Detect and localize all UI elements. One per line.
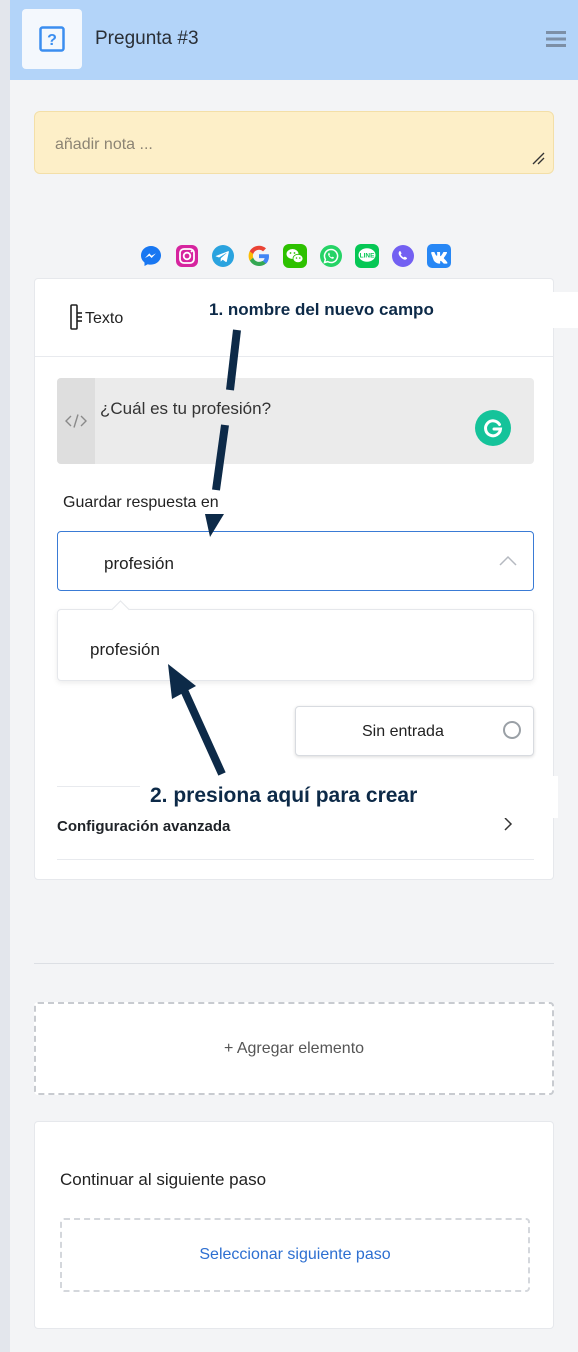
grammarly-icon[interactable] <box>475 410 511 446</box>
question-input[interactable]: ¿Cuál es tu profesión? <box>57 378 534 464</box>
note-textarea[interactable]: añadir nota ... <box>34 111 554 174</box>
element-type-label: Texto <box>85 310 124 327</box>
radio-icon[interactable] <box>503 721 521 739</box>
line-icon: LINE <box>354 243 380 269</box>
whatsapp-icon <box>318 243 344 269</box>
card-edge-mask <box>552 292 578 328</box>
next-step-title: Continuar al siguiente paso <box>60 1170 267 1189</box>
selected-field-value: profesión <box>104 554 174 573</box>
telegram-icon <box>210 243 236 269</box>
step-header: ? Pregunta #3 <box>10 0 578 80</box>
question-icon: ? <box>22 9 82 69</box>
save-response-label: Guardar respuesta en <box>63 494 219 511</box>
question-text: ¿Cuál es tu profesión? <box>100 399 272 418</box>
no-input-label: Sin entrada <box>362 723 444 740</box>
channel-icons: LINE <box>138 243 452 269</box>
resize-handle-icon[interactable] <box>531 151 545 165</box>
advanced-divider-bottom <box>57 859 534 860</box>
chevron-up-icon[interactable] <box>499 555 517 567</box>
annotation-step-1: 1. nombre del nuevo campo <box>209 300 434 319</box>
no-input-option[interactable]: Sin entrada <box>295 706 534 756</box>
annotation-step-2: 2. presiona aquí para crear <box>150 784 418 807</box>
text-field-icon <box>70 304 82 330</box>
card-header-divider <box>35 356 553 357</box>
svg-text:LINE: LINE <box>360 253 375 260</box>
section-divider <box>34 963 554 964</box>
field-dropdown-menu: profesión <box>57 600 534 681</box>
note-placeholder: añadir nota ... <box>55 136 153 153</box>
select-next-step-button[interactable]: Seleccionar siguiente paso <box>60 1218 530 1292</box>
advanced-settings-label[interactable]: Configuración avanzada <box>57 818 230 835</box>
wechat-icon <box>282 243 308 269</box>
code-icon[interactable] <box>57 378 95 464</box>
menu-icon[interactable] <box>546 30 566 48</box>
add-element-button[interactable]: + Agregar elemento <box>34 1002 554 1095</box>
vk-icon <box>426 243 452 269</box>
save-field-select[interactable]: profesión <box>57 531 534 591</box>
messenger-icon <box>138 243 164 269</box>
dropdown-caret <box>111 600 130 619</box>
viber-icon <box>390 243 416 269</box>
instagram-icon <box>174 243 200 269</box>
google-icon <box>246 243 272 269</box>
page-title: Pregunta #3 <box>95 28 199 49</box>
dropdown-option-profesion[interactable]: profesión <box>90 640 160 660</box>
next-step-card: Continuar al siguiente paso Seleccionar … <box>34 1121 554 1329</box>
chevron-right-icon[interactable] <box>503 817 513 831</box>
svg-text:?: ? <box>47 32 57 49</box>
